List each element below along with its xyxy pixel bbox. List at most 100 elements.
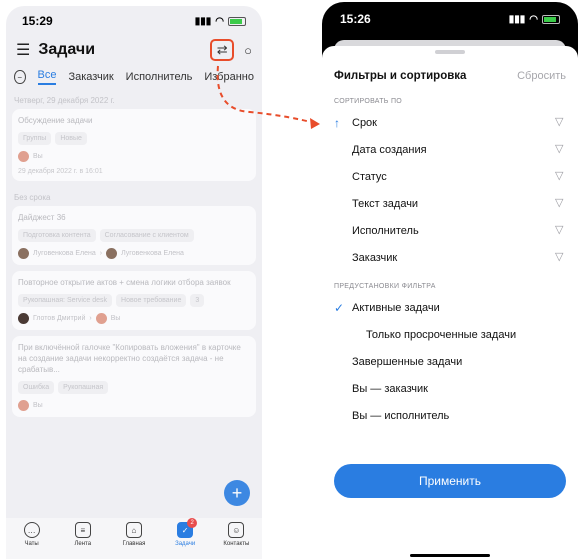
person-name: Вы — [33, 402, 43, 409]
task-card[interactable]: Дайджест 36 Подготовка контента Согласов… — [12, 206, 256, 265]
left-phone-screen: 15:29 ▮▮▮ ◠ ☰ Задачи ⇄ ○ − Все Заказчик … — [6, 6, 262, 559]
nav-tasks[interactable]: ✓ 2 Задачи — [163, 518, 207, 547]
search-icon[interactable]: ○ — [244, 43, 252, 58]
preset-label: Активные задачи — [352, 301, 440, 314]
apply-button[interactable]: Применить — [334, 464, 566, 498]
separator: › — [89, 315, 92, 322]
signal-icon: ▮▮▮ — [194, 15, 212, 27]
tag-chip: 3 — [190, 294, 205, 307]
sort-option-status[interactable]: Статус ▽ — [322, 163, 578, 190]
nav-contacts[interactable]: ☺ Контакты — [214, 522, 258, 547]
wifi-icon: ◠ — [529, 13, 538, 25]
tag-chip: Новые — [55, 132, 87, 145]
sort-option-deadline[interactable]: ↑ Срок ▽ — [322, 109, 578, 136]
preset-completed[interactable]: Завершенные задачи — [322, 348, 578, 375]
tab-all[interactable]: Все — [37, 69, 57, 85]
nav-feed[interactable]: ≡ Лента — [61, 522, 105, 547]
tab-executor[interactable]: Исполнитель — [126, 71, 193, 83]
wifi-icon: ◠ — [215, 15, 224, 27]
nav-label: Главная — [122, 541, 146, 547]
filter-sliders-icon: ⇄ — [216, 42, 228, 57]
filter-button[interactable]: ⇄ — [210, 39, 235, 61]
person-name: Глотов Дмитрий — [33, 315, 86, 322]
preset-you-customer[interactable]: Вы — заказчик — [322, 375, 578, 402]
page-title: Задачи — [38, 41, 96, 58]
task-list: Четверг, 29 декабря 2022 г. Обсуждение з… — [6, 90, 262, 417]
separator: › — [99, 250, 103, 257]
avatar — [18, 313, 29, 324]
preset-section-label: ПРЕДУСТАНОВКИ ФИЛЬТРА — [334, 283, 436, 290]
reset-button[interactable]: Сбросить — [517, 70, 566, 82]
add-task-button[interactable]: + — [224, 480, 250, 506]
arrow-up-icon: ↑ — [334, 115, 340, 130]
sort-option-label: Заказчик — [352, 251, 398, 264]
task-tags: Подготовка контента Согласование с клиен… — [18, 229, 250, 242]
task-tags: Группы Новые — [18, 132, 250, 145]
funnel-icon[interactable]: ▽ — [555, 117, 566, 128]
sort-option-label: Срок — [352, 116, 377, 129]
sort-option-label: Дата создания — [352, 143, 427, 156]
tabs-menu-icon[interactable]: − — [14, 70, 26, 84]
tab-bar: − Все Заказчик Исполнитель Избранно — [6, 64, 262, 90]
preset-you-executor[interactable]: Вы — исполнитель — [322, 402, 578, 429]
nav-home[interactable]: ⌂ Главная — [112, 522, 156, 547]
plus-icon: + — [231, 482, 243, 503]
bottom-nav: … Чаты ≡ Лента ⌂ Главная ✓ 2 Задачи ☺ Ко… — [6, 518, 262, 559]
sort-option-label: Текст задачи — [352, 197, 419, 210]
sort-option-text[interactable]: Текст задачи ▽ — [322, 190, 578, 217]
tab-favorites[interactable]: Избранно — [204, 71, 254, 83]
sheet-title: Фильтры и сортировка — [334, 70, 467, 82]
preset-active[interactable]: ✓ Активные задачи — [322, 294, 578, 321]
sort-option-created[interactable]: Дата создания ▽ — [322, 136, 578, 163]
nav-label: Контакты — [223, 541, 250, 547]
sort-option-executor[interactable]: Исполнитель ▽ — [322, 217, 578, 244]
group-label: Без срока — [14, 193, 51, 202]
home-icon: ⌂ — [125, 522, 142, 538]
preset-overdue[interactable]: Только просроченные задачи — [322, 321, 578, 348]
tag-chip: Новое требование — [116, 294, 187, 307]
funnel-icon[interactable]: ▽ — [555, 198, 566, 209]
group-label: Четверг, 29 декабря 2022 г. — [14, 96, 115, 105]
task-people: Глотов Дмитрий › Вы — [18, 313, 250, 324]
task-date: 29 декабря 2022 г. в 16:01 — [18, 168, 103, 175]
task-title: При включённой галочке "Копировать вложе… — [18, 343, 241, 374]
avatar — [95, 313, 107, 324]
nav-label: Чаты — [24, 541, 39, 547]
status-time: 15:29 — [22, 14, 53, 28]
battery-icon — [228, 16, 246, 26]
home-indicator — [410, 554, 490, 557]
battery-icon — [542, 14, 560, 24]
task-card[interactable]: Обсуждение задачи Группы Новые Вы 29 дек… — [12, 109, 256, 181]
task-card[interactable]: При включённой галочке "Копировать вложе… — [12, 336, 256, 417]
tag-chip: Группы — [18, 132, 52, 145]
task-tags: Ошибка Рукопашная — [18, 381, 250, 394]
funnel-icon[interactable]: ▽ — [555, 252, 566, 263]
contacts-icon: ☺ — [228, 522, 245, 538]
sort-option-label: Статус — [352, 170, 387, 183]
sort-section-label: СОРТИРОВАТЬ ПО — [334, 98, 403, 105]
task-people: Луговенкова Елена › Луговенкова Елена — [18, 248, 250, 259]
status-bar: 15:29 ▮▮▮ ◠ — [6, 6, 262, 36]
tag-chip: Подготовка контента — [18, 229, 96, 242]
avatar — [18, 248, 29, 259]
tag-chip: Рукопашная — [58, 381, 109, 394]
funnel-icon[interactable]: ▽ — [555, 144, 566, 155]
person-name: Вы — [33, 153, 43, 160]
status-icons: ▮▮▮ ◠ — [195, 16, 246, 27]
person-name: Вы — [110, 315, 121, 322]
chat-icon: … — [23, 522, 40, 538]
tab-customer[interactable]: Заказчик — [68, 71, 113, 83]
avatar — [18, 151, 29, 162]
funnel-icon[interactable]: ▽ — [555, 171, 566, 182]
sheet-header: Фильтры и сортировка Сбросить — [322, 54, 578, 86]
sort-option-label: Исполнитель — [352, 224, 419, 237]
nav-label: Лента — [74, 541, 92, 547]
task-card[interactable]: Повторное открытие актов + смена логики … — [12, 271, 256, 330]
status-time: 15:26 — [340, 12, 371, 26]
status-bar: 15:26 ▮▮▮ ◠ — [322, 2, 578, 36]
nav-chats[interactable]: … Чаты — [10, 522, 54, 547]
sort-option-customer[interactable]: Заказчик ▽ — [322, 244, 578, 271]
funnel-icon[interactable]: ▽ — [555, 225, 566, 236]
preset-label: Вы — исполнитель — [352, 409, 450, 422]
menu-icon[interactable]: ☰ — [16, 40, 30, 60]
